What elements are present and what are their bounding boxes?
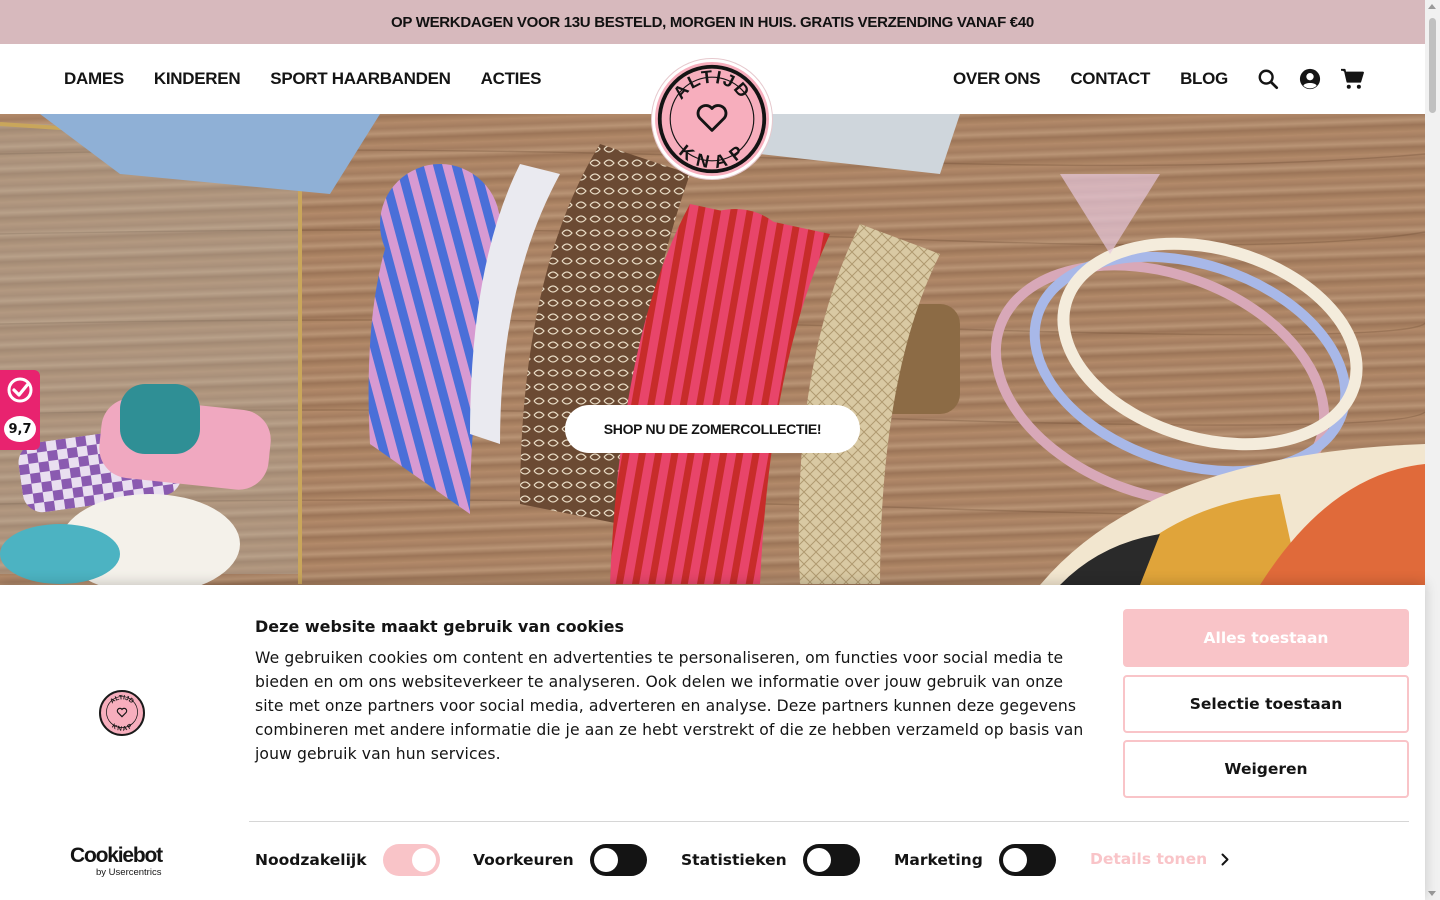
header-icons (1256, 44, 1364, 114)
show-details-label: Details tonen (1090, 850, 1208, 868)
account-icon[interactable] (1298, 67, 1322, 91)
toggle-knob (411, 848, 436, 872)
cookiebot-name: Cookiebot (70, 844, 163, 867)
toggle-knob (806, 848, 831, 872)
nav-link-contact[interactable]: CONTACT (1070, 69, 1150, 89)
cookie-banner-logo: ALTIJD KNAP (99, 690, 145, 736)
scroll-up-arrow-icon[interactable] (1428, 4, 1436, 9)
cart-icon[interactable] (1340, 67, 1364, 91)
hero-image (0, 114, 1425, 585)
toggle-knob (593, 848, 618, 872)
cookiebot-logo[interactable]: Cookiebot by Usercentrics (70, 844, 174, 879)
cookie-description: We gebruiken cookies om content en adver… (255, 649, 1084, 763)
toggle-necessary[interactable] (382, 844, 440, 876)
nav-link-sport-haarbanden[interactable]: SPORT HAARBANDEN (270, 69, 451, 89)
main-nav-right: OVER ONS CONTACT BLOG (953, 44, 1228, 114)
toggle-statistics-group: Statistieken (681, 844, 860, 876)
rating-check-icon (7, 377, 33, 403)
svg-text:KNAP: KNAP (110, 722, 134, 733)
allow-all-button[interactable]: Alles toestaan (1123, 609, 1409, 667)
nav-link-blog[interactable]: BLOG (1180, 69, 1228, 89)
toggle-marketing-group: Marketing (894, 844, 1056, 876)
scroll-down-arrow-icon[interactable] (1428, 891, 1436, 896)
nav-link-kinderen[interactable]: KINDEREN (154, 69, 241, 89)
cookie-divider (249, 821, 1409, 822)
logo-emblem-icon: ALTIJD KNAP (657, 64, 767, 174)
toggle-knob (1002, 848, 1027, 872)
hero-banner: SHOP NU DE ZOMERCOLLECTIE! (0, 114, 1425, 585)
nav-link-dames[interactable]: DAMES (64, 69, 124, 89)
toggle-marketing-label: Marketing (894, 851, 983, 869)
main-nav-left: DAMES KINDEREN SPORT HAARBANDEN ACTIES (64, 44, 541, 114)
toggle-preferences[interactable] (589, 844, 647, 876)
rating-widget[interactable]: 9,7 (0, 370, 40, 450)
shop-collection-button[interactable]: SHOP NU DE ZOMERCOLLECTIE! (565, 405, 860, 453)
logo-emblem-icon: ALTIJD KNAP (106, 694, 138, 733)
page-scrollbar[interactable] (1425, 0, 1440, 900)
toggle-preferences-group: Voorkeuren (473, 844, 647, 876)
announcement-text: OP WERKDAGEN VOOR 13U BESTELD, MORGEN IN… (391, 13, 1034, 31)
rating-score: 9,7 (4, 416, 36, 442)
nav-link-acties[interactable]: ACTIES (481, 69, 542, 89)
search-icon[interactable] (1256, 67, 1280, 91)
cookiebot-subtitle: by Usercentrics (96, 867, 162, 878)
announcement-bar: OP WERKDAGEN VOOR 13U BESTELD, MORGEN IN… (0, 0, 1425, 44)
toggle-necessary-label: Noodzakelijk (255, 851, 367, 869)
deny-button[interactable]: Weigeren (1123, 740, 1409, 798)
toggle-statistics-label: Statistieken (681, 851, 787, 869)
allow-selection-button[interactable]: Selectie toestaan (1123, 675, 1409, 733)
cookie-title: Deze website maakt gebruik van cookies (255, 617, 625, 636)
toggle-marketing[interactable] (998, 844, 1056, 876)
toggle-necessary-group: Noodzakelijk (255, 844, 440, 876)
nav-link-over-ons[interactable]: OVER ONS (953, 69, 1041, 89)
scrollbar-thumb[interactable] (1429, 18, 1436, 113)
site-logo[interactable]: ALTIJD KNAP (652, 59, 772, 179)
show-details-link[interactable]: Details tonen (1090, 850, 1229, 868)
shop-collection-label: SHOP NU DE ZOMERCOLLECTIE! (603, 421, 822, 437)
svg-text:ALTIJD: ALTIJD (109, 694, 135, 705)
toggle-statistics[interactable] (802, 844, 860, 876)
toggle-preferences-label: Voorkeuren (473, 851, 574, 869)
chevron-right-icon (1221, 853, 1229, 865)
cookie-banner: ALTIJD KNAP Deze website maakt gebruik v… (0, 585, 1425, 900)
